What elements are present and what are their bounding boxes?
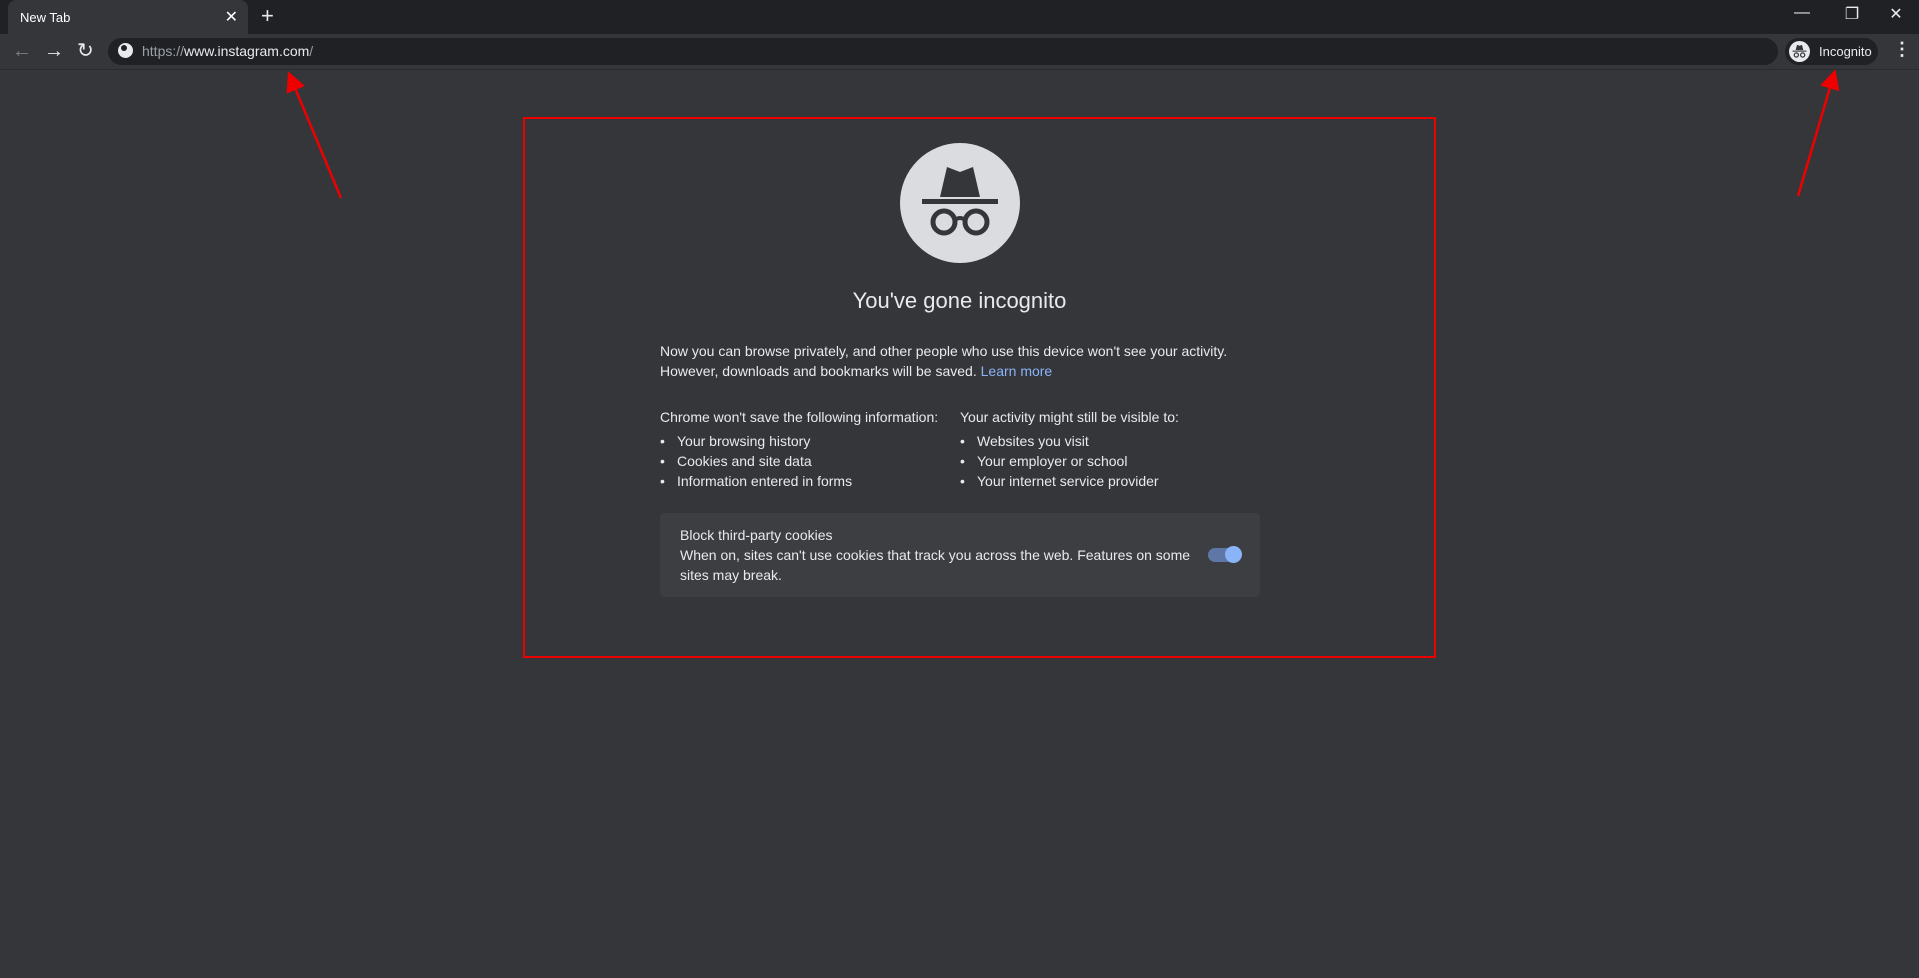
annotation-arrows — [286, 69, 1840, 199]
arrow-to-address-bar — [286, 71, 343, 199]
arrow-to-incognito-chip — [1796, 69, 1840, 197]
